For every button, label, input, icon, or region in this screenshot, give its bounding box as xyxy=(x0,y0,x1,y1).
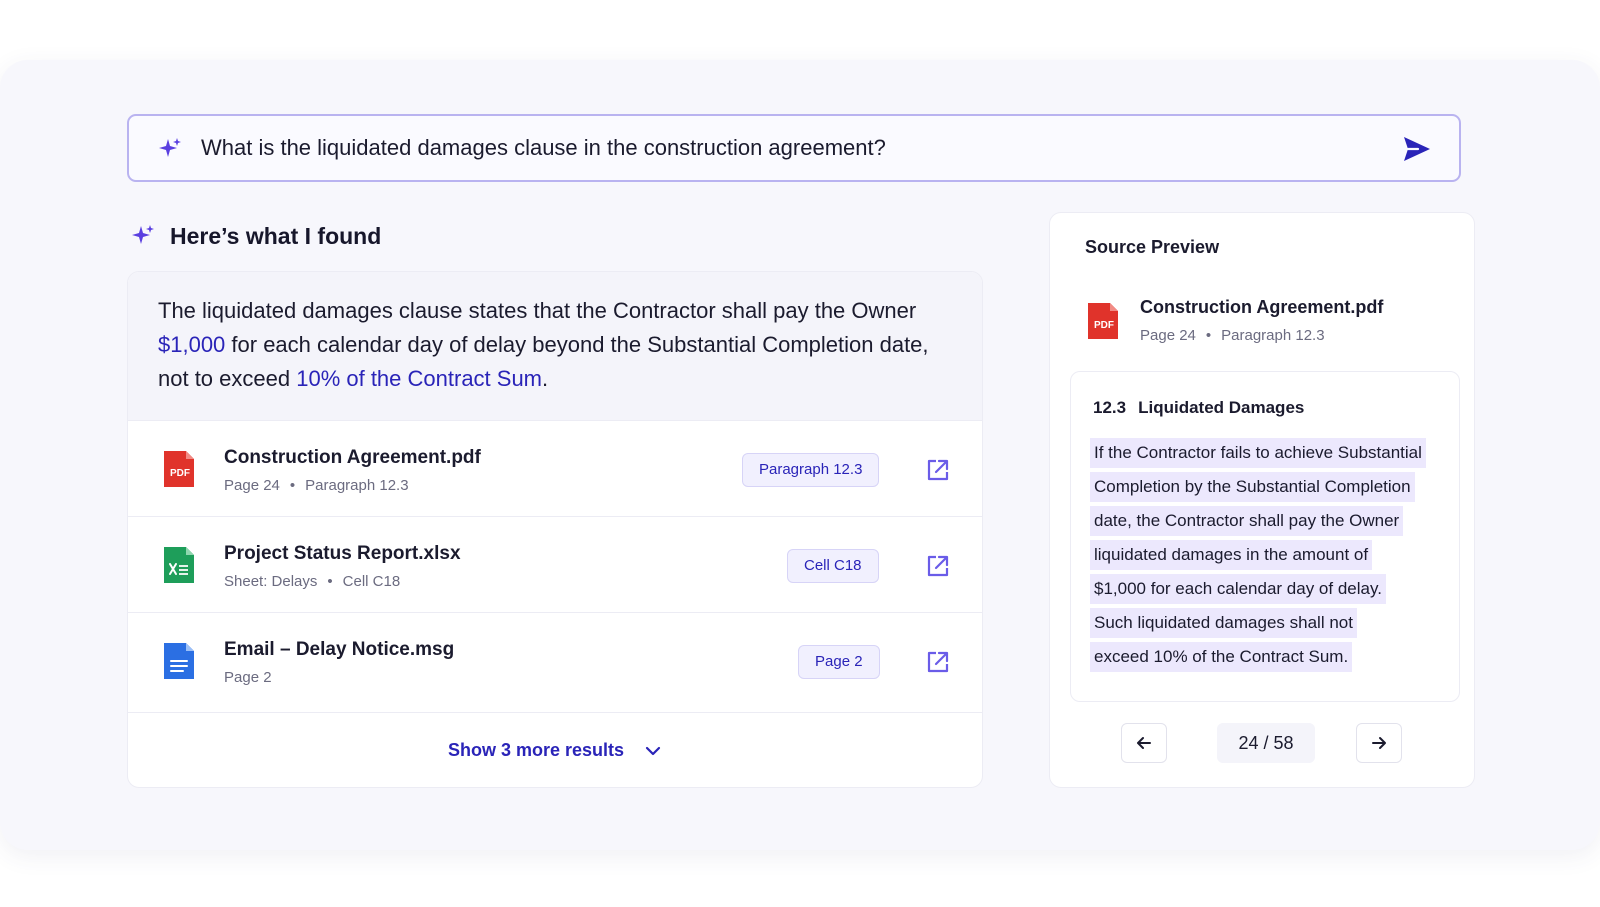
result-file-name[interactable]: Email – Delay Notice.msg xyxy=(224,639,454,661)
search-query[interactable]: What is the liquidated damages clause in… xyxy=(201,116,886,180)
result-meta-location: Paragraph 12.3 xyxy=(305,477,409,494)
answer-part: The liquidated damages clause states tha… xyxy=(158,298,917,323)
result-row[interactable]: PDF Construction Agreement.pdf Page 24 • P… xyxy=(128,420,982,516)
document-excerpt: 12.3 Liquidated Damages If the Contractor… xyxy=(1070,371,1460,702)
pdf-file-icon: PDF xyxy=(164,451,194,487)
svg-text:PDF: PDF xyxy=(170,468,190,479)
arrow-left-icon xyxy=(1137,737,1151,749)
result-row[interactable]: Project Status Report.xlsx Sheet: Delays… xyxy=(128,516,982,612)
results-card: The liquidated damages clause states tha… xyxy=(127,271,983,788)
answer-part: . xyxy=(542,366,549,391)
highlighted-line: $1,000 for each calendar day of delay. xyxy=(1090,574,1386,604)
meta-separator: • xyxy=(327,573,333,590)
document-file-icon xyxy=(164,643,194,679)
answer-highlight-cap: 10% of the Contract Sum xyxy=(296,366,543,391)
meta-separator: • xyxy=(1205,327,1212,344)
highlighted-line: liquidated damages in the amount of xyxy=(1090,540,1373,570)
open-external-icon[interactable] xyxy=(925,649,951,675)
meta-separator: • xyxy=(289,477,296,494)
answer-text: The liquidated damages clause states tha… xyxy=(128,272,982,420)
highlighted-excerpt: If the Contractor fails to achieve Subst… xyxy=(1090,438,1426,676)
show-more-label: Show 3 more results xyxy=(447,740,625,760)
next-page-button[interactable] xyxy=(1356,723,1402,763)
result-file-meta: Page 24 • Paragraph 12.3 xyxy=(224,477,409,494)
send-icon[interactable] xyxy=(1401,133,1433,165)
sparkles-icon xyxy=(159,138,181,157)
location-chip[interactable]: Page 2 xyxy=(798,645,880,679)
result-row[interactable]: Email – Delay Notice.msg Page 2 Page 2 xyxy=(128,612,982,708)
section-number: 12.3 xyxy=(1093,398,1127,417)
page-indicator: 24 / 58 xyxy=(1217,723,1315,763)
result-meta-page: Page 24 xyxy=(224,477,280,494)
result-meta-page: Page 2 xyxy=(224,669,272,686)
chevron-down-icon xyxy=(645,746,661,755)
location-chip[interactable]: Cell C18 xyxy=(787,549,879,583)
preview-meta-paragraph: Paragraph 12.3 xyxy=(1221,327,1325,344)
preview-file-name: Construction Agreement.pdf xyxy=(1140,297,1384,317)
open-external-icon[interactable] xyxy=(925,457,951,483)
highlighted-line: Such liquidated damages shall not xyxy=(1090,608,1357,638)
answer-highlight-amount: $1,000 xyxy=(158,332,226,357)
previous-page-button[interactable] xyxy=(1121,723,1167,763)
pdf-file-icon: PDF xyxy=(1088,303,1118,339)
result-file-name[interactable]: Construction Agreement.pdf xyxy=(224,447,481,469)
location-chip[interactable]: Paragraph 12.3 xyxy=(742,453,880,487)
highlighted-line: If the Contractor fails to achieve Subst… xyxy=(1090,438,1426,468)
highlighted-line: date, the Contractor shall pay the Owner xyxy=(1090,506,1404,536)
preview-file-meta: Page 24 • Paragraph 12.3 xyxy=(1140,327,1325,344)
search-bar[interactable]: What is the liquidated damages clause in… xyxy=(127,114,1461,182)
result-file-meta: Page 2 xyxy=(224,669,272,686)
result-file-meta: Sheet: Delays • Cell C18 xyxy=(224,573,400,590)
open-external-icon[interactable] xyxy=(925,553,951,579)
spreadsheet-file-icon xyxy=(164,547,194,583)
preview-title: Source Preview xyxy=(1085,237,1220,257)
source-preview-panel: Source Preview PDF Construction Agreemen… xyxy=(1049,212,1475,788)
svg-text:PDF: PDF xyxy=(1094,320,1114,331)
result-file-name[interactable]: Project Status Report.xlsx xyxy=(224,543,461,565)
result-meta-cell: Cell C18 xyxy=(342,573,401,590)
results-heading: Here’s what I found xyxy=(130,220,381,252)
section-title: Liquidated Damages xyxy=(1138,398,1305,417)
preview-meta-page: Page 24 xyxy=(1140,327,1196,344)
highlighted-line: Completion by the Substantial Completion xyxy=(1090,472,1415,502)
result-meta-sheet: Sheet: Delays xyxy=(224,573,318,590)
sparkles-icon xyxy=(132,225,154,244)
results-title: Here’s what I found xyxy=(170,222,382,249)
show-more-button[interactable]: Show 3 more results xyxy=(128,712,982,787)
highlighted-line: exceed 10% of the Contract Sum. xyxy=(1090,642,1353,672)
arrow-right-icon xyxy=(1372,737,1386,749)
excerpt-heading: 12.3 Liquidated Damages xyxy=(1093,398,1304,418)
